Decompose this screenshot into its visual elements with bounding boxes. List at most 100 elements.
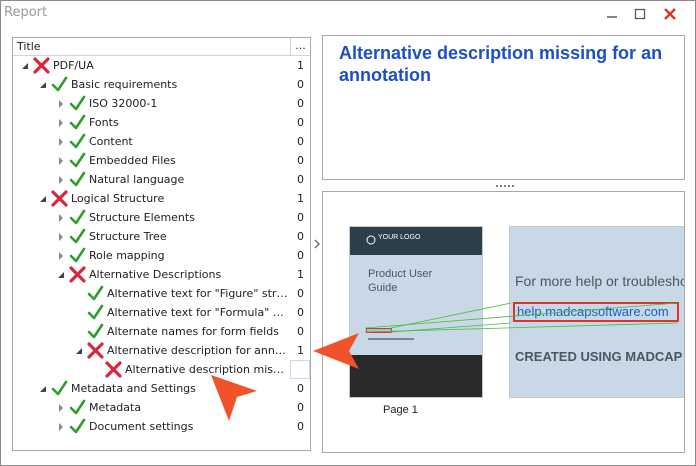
collapse-arrow-icon[interactable]: [57, 271, 65, 279]
tree-row-label: Fonts: [89, 116, 119, 129]
tree-row-count: 0: [290, 208, 310, 227]
more-columns-button[interactable]: ...: [290, 38, 310, 55]
page-preview-panel: YOUR LOGO Product User Guide Page 1 For …: [322, 191, 685, 453]
check-icon: [69, 171, 86, 187]
tree-row-count: 1: [290, 341, 310, 360]
expand-arrow-icon[interactable]: [57, 176, 65, 184]
minimize-icon: [607, 16, 617, 18]
tree-row[interactable]: Structure Tree 0: [13, 227, 310, 246]
tree-row-label: PDF/UA: [53, 59, 94, 72]
check-icon: [87, 323, 104, 339]
minimize-button[interactable]: [601, 5, 623, 23]
tree-row-label: Alternative text for "Formula" stru...: [107, 306, 288, 319]
check-icon: [69, 418, 86, 434]
tree-row-count: 1: [290, 189, 310, 208]
tree-row[interactable]: Metadata and Settings 0: [13, 379, 310, 398]
check-icon: [87, 304, 104, 320]
tree-row[interactable]: Basic requirements 0: [13, 75, 310, 94]
tree-row-label: Natural language: [89, 173, 185, 186]
tree-row[interactable]: Logical Structure 1: [13, 189, 310, 208]
expand-arrow-icon[interactable]: [57, 214, 65, 222]
collapse-arrow-icon[interactable]: [21, 62, 29, 70]
close-button[interactable]: [657, 5, 683, 23]
tree-row[interactable]: Metadata 0: [13, 398, 310, 417]
expand-arrow-icon[interactable]: [57, 252, 65, 260]
maximize-icon: [634, 8, 646, 20]
tree-row-count: 0: [290, 417, 310, 436]
tree-row-count: [290, 360, 310, 379]
check-icon: [69, 209, 86, 225]
tree-row[interactable]: Embedded Files 0: [13, 151, 310, 170]
window-title: Report: [4, 5, 48, 20]
check-icon: [69, 399, 86, 415]
orange-arrow-pointer-icon: [211, 375, 257, 421]
tree-row-label: Role mapping: [89, 249, 165, 262]
tree-header: Title ...: [13, 38, 310, 56]
tree-row[interactable]: Alternative description for annotati...1: [13, 341, 310, 360]
zoom-connector-lines: [364, 302, 678, 333]
expand-arrow-icon[interactable]: [57, 233, 65, 241]
tree-row[interactable]: Alternative text for "Figure" struct... 0: [13, 284, 310, 303]
tree-row[interactable]: Alternative text for "Formula" stru... 0: [13, 303, 310, 322]
report-window: Report Title ... PDF/UA 1 Basic requiremen…: [0, 0, 696, 466]
tree-row-label: Embedded Files: [89, 154, 176, 167]
issue-title: Alternative description missing for an a…: [339, 43, 663, 85]
tree-row[interactable]: Structure Elements 0: [13, 208, 310, 227]
tree-row[interactable]: Role mapping 0: [13, 246, 310, 265]
tree-row[interactable]: Alternate names for form fields 0: [13, 322, 310, 341]
title-bar: Report: [1, 1, 695, 27]
panel-splitter-grip[interactable]: [495, 184, 515, 188]
expand-arrow-icon[interactable]: [57, 100, 65, 108]
expand-arrow-icon[interactable]: [57, 138, 65, 146]
cross-icon: [105, 361, 122, 378]
chevron-right-icon[interactable]: [313, 238, 321, 250]
tree-row[interactable]: Alternative Descriptions 1: [13, 265, 310, 284]
tree-row-label: Alternative description for annotati...: [107, 344, 288, 357]
tree-row-count: 0: [290, 246, 310, 265]
cross-icon: [69, 266, 86, 283]
tree-row-count: 0: [290, 227, 310, 246]
tree-row-count: 0: [290, 379, 310, 398]
tree-row-count: 1: [290, 56, 310, 75]
description-panel: Alternative description missing for an a…: [322, 35, 685, 180]
tree-row[interactable]: Fonts 0: [13, 113, 310, 132]
tree-row-count: 1: [290, 265, 310, 284]
orange-arrow-pointer-icon: [313, 333, 359, 369]
tree-row[interactable]: Alternative description missing ...: [13, 360, 310, 379]
tree-row[interactable]: Natural language 0: [13, 170, 310, 189]
tree-row-count: 0: [290, 113, 310, 132]
tree-row[interactable]: ISO 32000-1 0: [13, 94, 310, 113]
expand-arrow-icon[interactable]: [57, 157, 65, 165]
check-icon: [51, 380, 68, 396]
tree-row[interactable]: Document settings 0: [13, 417, 310, 436]
tree-row-label: ISO 32000-1: [89, 97, 158, 110]
maximize-button[interactable]: [629, 5, 651, 23]
expand-arrow-icon[interactable]: [57, 404, 65, 412]
check-icon: [69, 114, 86, 130]
tree-row-label: Alternative text for "Figure" struct...: [107, 287, 288, 300]
tree-row[interactable]: Content 0: [13, 132, 310, 151]
check-icon: [51, 76, 68, 92]
tree-row-count: 0: [290, 170, 310, 189]
tree-row-count: 0: [290, 94, 310, 113]
collapse-arrow-icon[interactable]: [39, 195, 47, 203]
tree-row-label: Structure Tree: [89, 230, 167, 243]
tree-row[interactable]: PDF/UA 1: [13, 56, 310, 75]
check-icon: [69, 95, 86, 111]
collapse-arrow-icon[interactable]: [39, 81, 47, 89]
collapse-arrow-icon[interactable]: [75, 347, 83, 355]
tree-row-label: Alternative Descriptions: [89, 268, 222, 281]
tree-row-count: 0: [290, 151, 310, 170]
tree-row-label: Basic requirements: [71, 78, 178, 91]
tree-row-count: 0: [290, 132, 310, 151]
cross-icon: [51, 190, 68, 207]
title-column-header[interactable]: Title: [17, 40, 41, 53]
report-tree-panel: Title ... PDF/UA 1 Basic requirements 0 ISO …: [12, 37, 311, 451]
check-icon: [69, 247, 86, 263]
expand-arrow-icon[interactable]: [57, 423, 65, 431]
check-icon: [69, 133, 86, 149]
collapse-arrow-icon[interactable]: [39, 385, 47, 393]
tree-row-label: Alternative description missing ...: [125, 363, 288, 376]
tree-row-label: Structure Elements: [89, 211, 195, 224]
expand-arrow-icon[interactable]: [57, 119, 65, 127]
